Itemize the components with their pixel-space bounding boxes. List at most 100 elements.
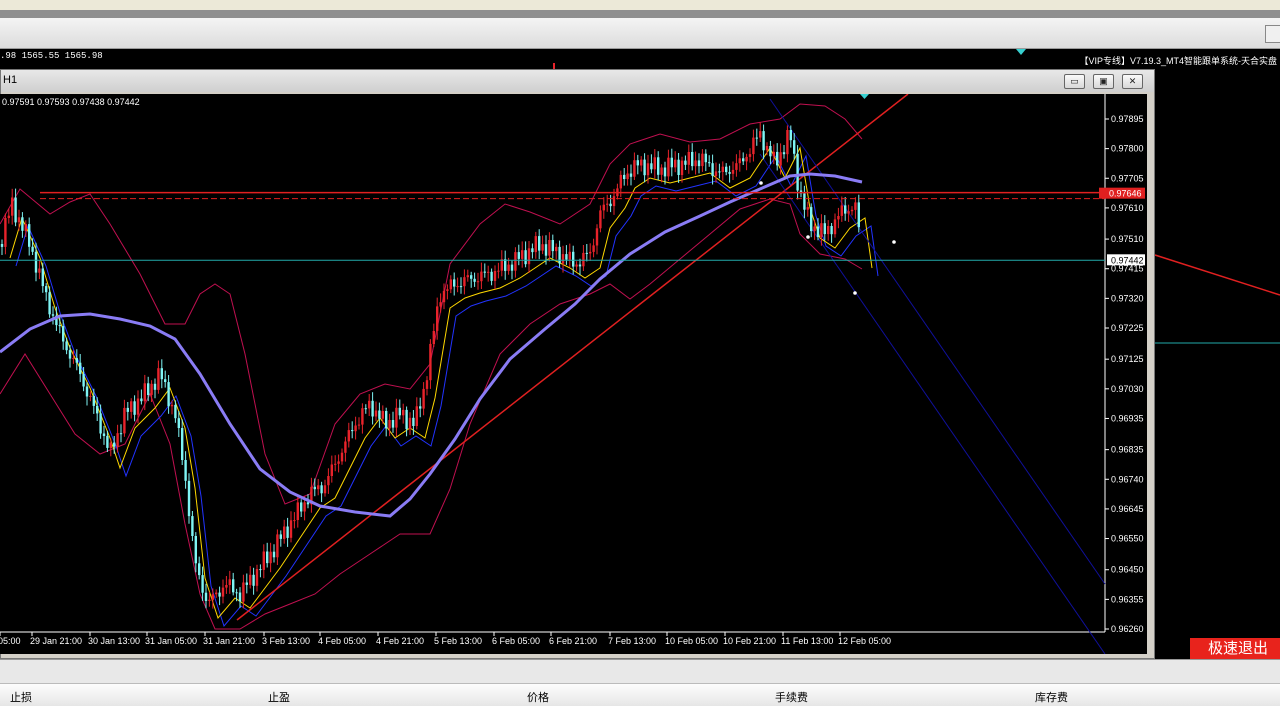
candle-body <box>371 400 374 417</box>
time-label: 10 Feb 21:00 <box>723 636 776 646</box>
column-take-profit[interactable]: 止盈 <box>268 689 290 705</box>
column-price[interactable]: 价格 <box>527 689 549 705</box>
candle-body <box>31 246 34 252</box>
candle-body <box>289 520 293 538</box>
candle-body <box>75 358 78 363</box>
candle-body <box>381 411 384 419</box>
price-label: 0.97610 <box>1111 203 1144 213</box>
candle-body <box>803 193 806 210</box>
candle-body <box>629 173 633 177</box>
time-label: 3 Feb 13:00 <box>262 636 310 646</box>
candle-body <box>653 157 656 170</box>
candle-body <box>694 160 697 167</box>
time-label: 4 Feb 05:00 <box>318 636 366 646</box>
candle-body <box>68 350 72 359</box>
fast-exit-button[interactable]: 极速退出 <box>1190 638 1280 659</box>
candle-body <box>150 383 153 395</box>
candle-body <box>7 215 10 218</box>
candle-body <box>391 420 395 428</box>
close-icon[interactable]: ✕ <box>1122 74 1143 89</box>
candle-body <box>252 574 255 586</box>
candle-body <box>245 582 248 585</box>
candle-body <box>510 264 514 271</box>
time-label: 12 Feb 05:00 <box>838 636 891 646</box>
candle-body <box>657 157 660 175</box>
candle-body <box>422 388 425 409</box>
candle-body <box>419 406 422 409</box>
candle-body <box>337 461 340 464</box>
fractal-dot <box>806 235 810 239</box>
candle-body <box>684 160 687 165</box>
candle-body <box>833 219 837 235</box>
candle-body <box>697 160 701 167</box>
candle-body <box>215 592 218 595</box>
column-stop-loss[interactable]: 止损 <box>10 689 32 705</box>
candle-body <box>276 534 279 558</box>
candle-body <box>218 592 221 597</box>
minimize-icon[interactable]: ▭ <box>1064 74 1085 89</box>
candle-body <box>143 383 146 402</box>
candle-body <box>347 430 350 442</box>
candle-body <box>602 204 605 211</box>
candle-body <box>300 502 303 512</box>
candle-body <box>96 405 99 414</box>
candle-body <box>38 268 41 273</box>
window-frame <box>0 10 1280 18</box>
candle-body <box>504 259 507 271</box>
candle-body <box>164 379 167 382</box>
candle-body <box>140 398 143 402</box>
candle-body <box>262 551 265 570</box>
chart-window-titlebar[interactable]: H1 ▭ ▣ ✕ <box>1 70 1154 92</box>
column-commission[interactable]: 手续费 <box>775 689 808 705</box>
candle-body <box>524 250 527 265</box>
candle-body <box>130 401 133 412</box>
candle-body <box>99 413 102 434</box>
price-label: 0.97800 <box>1111 144 1144 154</box>
candle-body <box>147 383 150 395</box>
candle-body <box>476 281 480 283</box>
candle-body <box>857 202 860 228</box>
price-label: 0.96550 <box>1111 534 1144 544</box>
candle-body <box>521 250 524 259</box>
arrow-marker <box>860 94 869 99</box>
candle-body <box>14 197 17 223</box>
toolbar-overflow-button[interactable] <box>1265 25 1280 43</box>
restore-icon[interactable]: ▣ <box>1093 74 1114 89</box>
candle-body <box>4 218 7 247</box>
candle-body <box>534 236 537 253</box>
price-label: 0.96935 <box>1111 413 1144 423</box>
candle-body <box>646 163 650 176</box>
candle-body <box>201 575 204 593</box>
candle-body <box>259 569 262 571</box>
candle-body <box>555 246 558 252</box>
candle-body <box>249 574 252 585</box>
candle-body <box>432 331 435 344</box>
price-label: 0.97225 <box>1111 323 1144 333</box>
price-label: 0.96260 <box>1111 624 1144 634</box>
candle-body <box>157 368 160 390</box>
candle-body <box>317 485 320 490</box>
candle-body <box>480 271 483 282</box>
candle-body <box>663 167 667 177</box>
column-swap[interactable]: 库存费 <box>1035 689 1068 705</box>
terminal-splitter[interactable] <box>0 659 1280 684</box>
candle-body <box>708 162 711 164</box>
price-chart-canvas[interactable]: 0.97895 0.97800 0.97705 0.97610 0.97510 0.974… <box>0 94 1147 654</box>
candle-body <box>589 251 592 254</box>
price-label: 0.97895 <box>1111 114 1144 124</box>
candle-body <box>558 246 561 264</box>
candle-body <box>456 286 459 288</box>
candle-body <box>177 418 180 428</box>
candle-body <box>728 172 731 174</box>
candle-body <box>718 171 721 173</box>
time-label: 5 Feb 13:00 <box>434 636 482 646</box>
candle-body <box>677 159 680 175</box>
candle-body <box>351 430 354 432</box>
candle-body <box>334 463 337 465</box>
candle-body <box>453 279 456 287</box>
candle-body <box>429 343 432 381</box>
candle-body <box>595 228 599 246</box>
fractal-dot <box>853 291 857 295</box>
ma-fast-yellow <box>9 146 873 620</box>
candle-body <box>762 131 765 151</box>
